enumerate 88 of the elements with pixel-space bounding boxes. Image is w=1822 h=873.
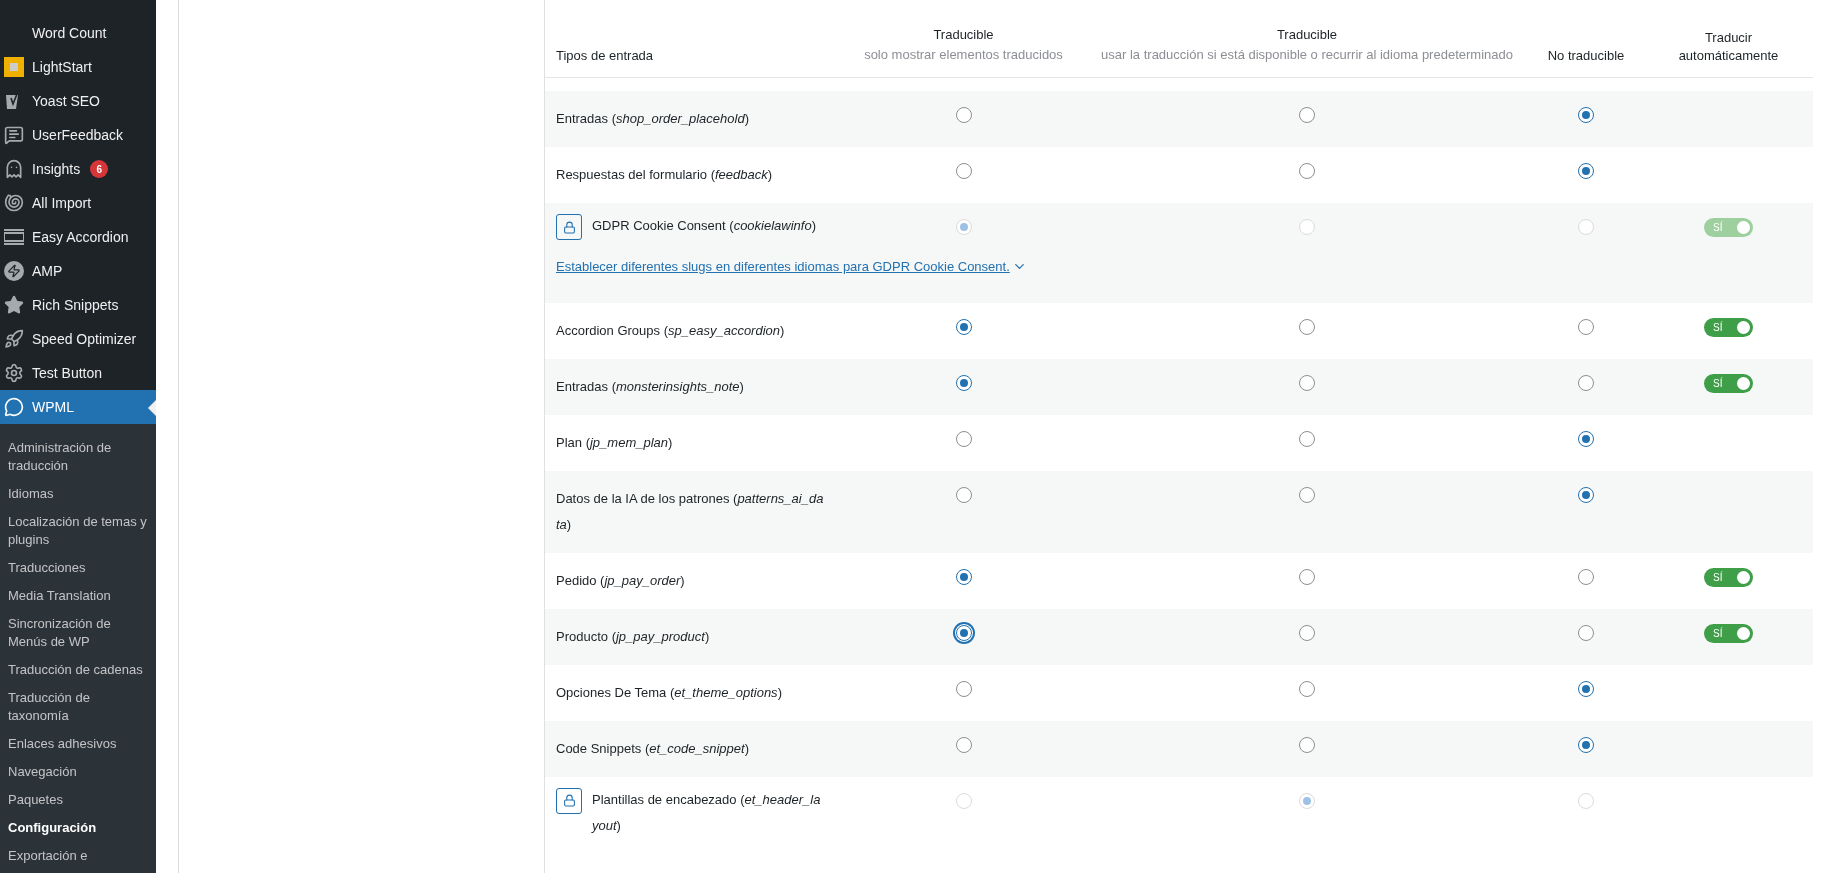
shell-icon <box>4 193 24 213</box>
column-title: Tipos de entrada <box>556 47 654 65</box>
radio-button[interactable] <box>955 736 972 753</box>
radio-button[interactable] <box>1578 568 1594 585</box>
radio-button[interactable] <box>1299 107 1315 123</box>
current-arrow-icon <box>148 400 156 416</box>
radio-button[interactable] <box>1299 486 1315 503</box>
radio-button[interactable] <box>955 680 972 697</box>
sidebar-item[interactable]: Test Button <box>0 356 156 390</box>
submenu-item[interactable]: Traducción de taxonomía <box>0 684 156 730</box>
sidebar-item[interactable]: Speed Optimizer <box>0 322 156 356</box>
post-type-name: Accordion Groups (sp_easy_accordion) <box>556 321 786 340</box>
post-type-name: Producto (jp_pay_product) <box>556 627 711 646</box>
settings-icon <box>4 363 24 383</box>
column-subtitle: usar la traducción si está disponible o recurrir al idioma predeterminado <box>1100 46 1514 64</box>
post-type-name: Plan (jp_mem_plan) <box>556 433 674 452</box>
radio-button[interactable] <box>1299 374 1315 391</box>
submenu-item[interactable]: Traducción de cadenas <box>0 656 156 684</box>
submenu-item[interactable]: Sincronización de Menús de WP <box>0 610 156 656</box>
radio-button[interactable] <box>1299 624 1315 641</box>
radio-button[interactable] <box>955 318 972 335</box>
submenu-item[interactable]: Media Translation <box>0 582 156 610</box>
submenu-item[interactable]: Localización de temas y plugins <box>0 508 156 554</box>
submenu-item[interactable]: Navegación <box>0 758 156 786</box>
count-badge: 6 <box>90 160 109 178</box>
radio-button[interactable] <box>955 374 972 391</box>
submenu-item[interactable]: Configuración <box>0 814 156 842</box>
column-title: Traducir automáticamente <box>1677 29 1780 65</box>
post-type-name: Respuestas del formulario (feedback) <box>556 166 774 184</box>
post-type-name: GDPR Cookie Consent (cookielawinfo) <box>592 217 817 235</box>
post-type-name: Entradas (monsterinsights_note) <box>556 377 745 396</box>
submenu-item[interactable]: Administración de traducción <box>0 434 156 480</box>
submenu-item[interactable]: Traducciones <box>0 554 156 582</box>
sidebar-item[interactable]: LightStart <box>0 50 156 84</box>
sidebar-item[interactable]: AMP <box>0 254 156 288</box>
accordion-icon <box>4 227 24 247</box>
radio-button[interactable] <box>1578 624 1594 641</box>
column-title: No traducible <box>1547 47 1625 65</box>
post-type-name: Pedido (jp_pay_order) <box>556 571 686 590</box>
slugs-link[interactable]: Establecer diferentes slugs en diferentes idiomas para GDPR Cookie Consent. <box>556 257 1010 277</box>
submenu-item[interactable]: Paquetes <box>0 786 156 814</box>
post-type-name: Opciones De Tema (et_theme_options) <box>556 683 783 702</box>
radio-button[interactable] <box>1299 736 1315 753</box>
sidebar-item[interactable]: Word Count <box>0 16 156 50</box>
radio-button[interactable] <box>1299 318 1315 335</box>
submenu-item[interactable]: Idiomas <box>0 480 156 508</box>
radio-button[interactable] <box>1299 430 1315 447</box>
sidebar-item[interactable]: Insights 6 <box>0 152 156 186</box>
rocket-icon <box>4 329 24 349</box>
square-icon <box>4 57 24 77</box>
post-type-name: Plantillas de encabezado (et_header_layout) <box>592 790 822 835</box>
radio-button[interactable] <box>955 568 972 585</box>
lock-icon <box>556 787 582 814</box>
lock-icon <box>556 214 582 240</box>
radio-button[interactable] <box>1578 430 1594 447</box>
sidebar-item[interactable]: Easy Accordion <box>0 220 156 254</box>
radio-button[interactable] <box>1299 163 1315 179</box>
submenu-item[interactable]: Exportación e <box>0 842 156 870</box>
post-type-name: Code Snippets (et_code_snippet) <box>556 739 750 758</box>
radio-button[interactable] <box>1299 568 1315 585</box>
column-title: Traducible <box>933 26 994 44</box>
radio-button[interactable] <box>1578 318 1594 335</box>
post-type-name: Datos de la IA de los patrones (patterns_ai_data) <box>556 489 825 534</box>
radio-button[interactable] <box>1578 486 1594 503</box>
radio-button[interactable] <box>1578 374 1594 391</box>
sidebar-item[interactable]: All Import <box>0 186 156 220</box>
radio-button[interactable] <box>1578 680 1594 697</box>
radio-button[interactable] <box>955 163 972 179</box>
sidebar-item[interactable]: UserFeedback <box>0 118 156 152</box>
star-icon <box>4 295 24 315</box>
radio-button[interactable] <box>955 107 972 123</box>
radio-button[interactable] <box>955 624 972 641</box>
radio-button[interactable] <box>1299 680 1315 697</box>
column-title: Traducible <box>1276 26 1338 44</box>
radio-button[interactable] <box>1578 107 1594 123</box>
bolt-icon <box>4 261 24 281</box>
radio-button[interactable] <box>955 486 972 503</box>
ghost-icon <box>4 159 24 179</box>
submenu-item[interactable]: Enlaces adhesivos <box>0 730 156 758</box>
sidebar-item[interactable]: WPML <box>0 390 156 424</box>
speech-bubble-icon <box>4 397 24 417</box>
sidebar-item[interactable]: Yoast SEO <box>0 84 156 118</box>
radio-button[interactable] <box>1578 163 1594 179</box>
sidebar-item[interactable]: Rich Snippets <box>0 288 156 322</box>
post-type-name: Entradas (shop_order_placehold) <box>556 110 750 128</box>
radio-button[interactable] <box>955 430 972 447</box>
radio-button[interactable] <box>1578 736 1594 753</box>
column-subtitle: solo mostrar elementos traducidos <box>864 46 1063 64</box>
